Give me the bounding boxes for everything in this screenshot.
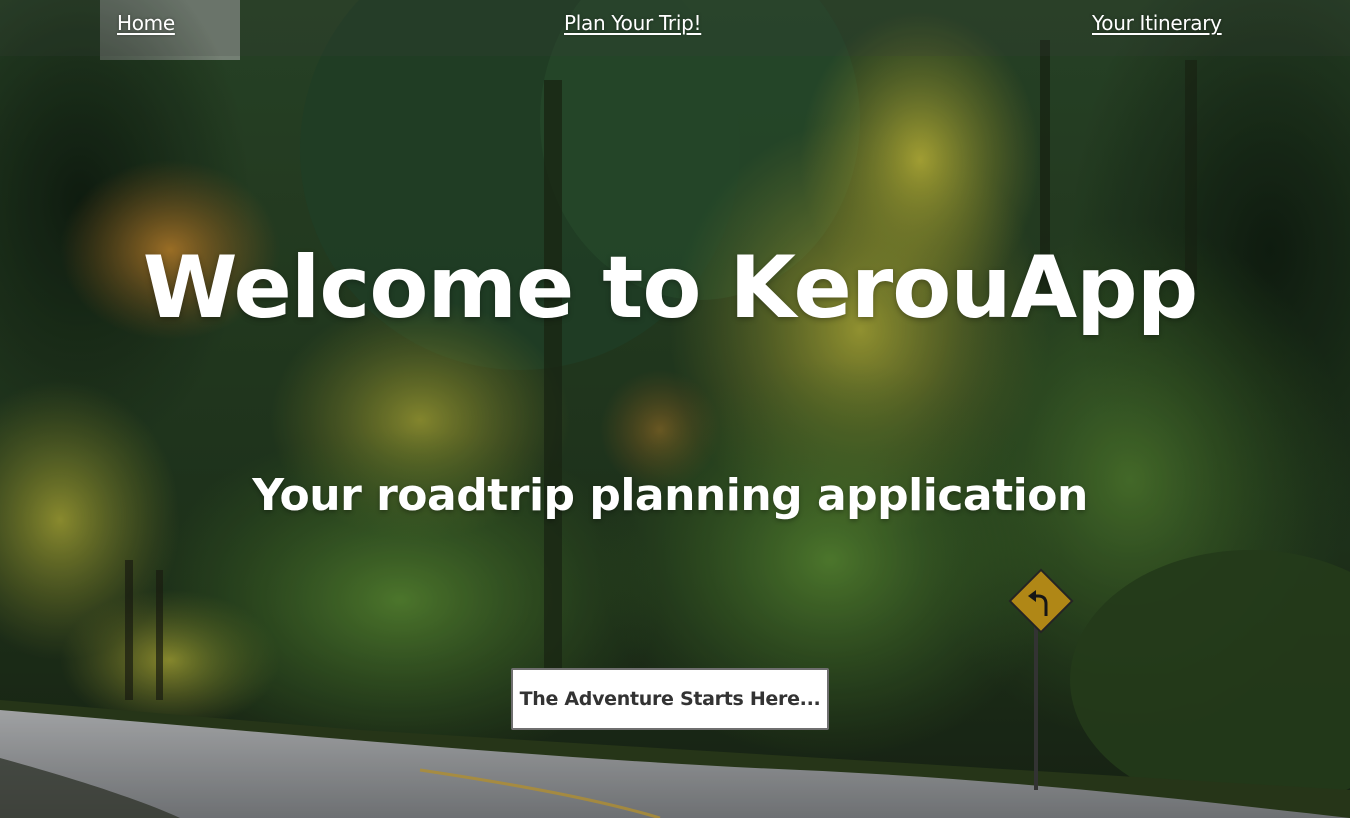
nav-link-home[interactable]: Home [117,11,175,35]
hero-title: Welcome to KerouApp [142,238,1199,338]
nav-link-plan-your-trip[interactable]: Plan Your Trip! [564,11,702,35]
adventure-starts-button[interactable]: The Adventure Starts Here... [511,668,829,730]
landing-page: Home Plan Your Trip! Your Itinerary Welc… [0,0,1350,818]
top-navbar: Home Plan Your Trip! Your Itinerary [0,0,1350,56]
hero-subtitle: Your roadtrip planning application [252,470,1088,521]
nav-link-your-itinerary[interactable]: Your Itinerary [1092,11,1222,35]
